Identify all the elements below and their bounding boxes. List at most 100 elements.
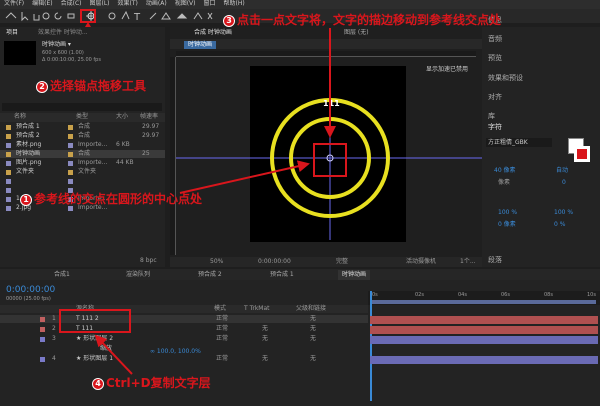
layer-duration-bar[interactable] [370,336,598,344]
font-select[interactable]: 方正粗倩_GBK [486,138,552,147]
layer-mode[interactable]: 正常 [216,336,228,342]
timeline-layer-list: 1T 111 2 正常无 2 T 111 正常无无 3 ★ 形状图层 2 正常无无缩放 4 ★ 形… [0,315,368,365]
layer-row[interactable]: 1T 111 2 正常无 [0,315,368,323]
comp-bottom-bar: 50% 0:00:00:00 完整 活动摄像机 1个... [170,257,482,267]
layer-row[interactable]: 3 ★ 形状图层 2 正常 无 无 [0,335,368,343]
baseline-shift[interactable]: 0 像素 [498,222,516,228]
tab-layer[interactable]: 图层 (无) [340,28,373,38]
timeline-tab[interactable]: 渲染队列 [122,270,154,280]
comp-timecode[interactable]: 0:00:00:00 [258,259,291,265]
timeline-panel: 合成1 渲染队列 预合成 2 预合成 1 时钟动画 0:00:00:00 00000 (… [0,269,600,406]
camera-select[interactable]: 活动摄像机 [406,259,436,265]
layer-mode[interactable]: 正常 [216,316,228,322]
project-item[interactable]: 图片.png Importe... 44 KB [0,159,165,167]
timeline-timecode[interactable]: 0:00:00:00 [6,286,55,295]
canvas-text-label[interactable]: 111 [323,100,340,108]
timeline-tab[interactable]: 预合成 2 [194,270,226,280]
project-item[interactable]: 预合成 2 合成 29.97 [0,132,165,140]
project-item[interactable]: 文件夹 文件夹 [0,168,165,176]
menu-help[interactable]: 帮助(H) [224,0,245,7]
layer-name[interactable]: ★ 形状图层 1 [76,356,113,362]
tab-project[interactable]: 项目 [2,28,22,38]
project-item-size: 6 KB [116,141,130,148]
menu-file[interactable]: 文件(F) [4,0,24,7]
right-panel-item[interactable]: 对齐 [488,94,502,101]
scale-property-value[interactable]: ∞ 100.0, 100.0% [150,349,201,355]
project-item[interactable]: 素材.png Importe... 6 KB [0,141,165,149]
col-size[interactable]: 大小 [116,114,128,120]
scale-horizontal[interactable]: 100 % [554,210,573,216]
layer-parent[interactable]: 无 [310,336,316,342]
views-select[interactable]: 1个... [460,259,476,265]
project-item[interactable]: 预合成 1 合成 29.97 [0,123,165,131]
right-panel-item[interactable]: 音频 [488,36,502,43]
menu-effect[interactable]: 效果(T) [118,0,138,7]
timeline-tab[interactable]: 合成1 [50,270,74,280]
layer-parent[interactable]: 无 [310,356,316,362]
leading-value[interactable]: 自动 [556,168,568,174]
tab-composition[interactable]: 合成 时钟动画 [190,28,236,38]
annotation-4: 4 Ctrl+D复制文字层 [92,377,211,390]
work-area-bar[interactable] [370,300,596,304]
right-panel-item[interactable]: 预览 [488,55,502,62]
timeline-tab[interactable]: 时钟动画 [338,270,371,280]
zoom-level[interactable]: 50% [210,259,223,265]
project-item[interactable]: 时钟动画 合成 25 [0,150,165,158]
menu-view[interactable]: 视图(V) [175,0,196,7]
right-panel-item[interactable]: 效果和预设 [488,75,523,82]
layer-name-highlight [59,309,131,333]
tab-effect-controls[interactable]: 效果控件 时钟动... [34,28,92,38]
comp-name[interactable]: 时钟动画 ▾ [42,42,71,48]
quality-select[interactable]: 完整 [336,259,348,265]
label-color-icon [6,170,11,175]
col-parent[interactable]: 父级和链接 [296,306,326,312]
layer-color-icon [40,357,45,362]
layer-parent[interactable]: 无 [310,326,316,332]
layer-duration-bar[interactable] [370,316,598,324]
project-item-name: 图片.png [16,159,42,166]
menu-layer[interactable]: 图层(L) [90,0,110,7]
layer-row[interactable]: 2T 111 正常无无 [0,325,368,333]
project-item-type: 合成 [78,123,91,130]
layer-mode[interactable]: 正常 [216,326,228,332]
col-type[interactable]: 类型 [76,114,88,120]
col-trkmat[interactable]: T TrkMat [244,306,270,312]
layer-parent[interactable]: 无 [310,316,316,322]
layer-name[interactable]: 缩放 [100,346,112,352]
layer-row[interactable]: 4 ★ 形状图层 1 正常 无 无 [0,355,368,363]
anchor-tool-highlight[interactable] [80,9,96,23]
menu-window[interactable]: 窗口 [203,0,215,7]
layer-mode[interactable]: 正常 [216,356,228,362]
col-fps[interactable]: 帧速率 [140,114,158,120]
tsume-value[interactable]: 0 % [554,222,565,228]
layer-trkmat[interactable]: 无 [262,336,268,342]
time-ruler[interactable]: 0s 02s 04s 06s 08s 10s [368,291,600,305]
comp-subtab[interactable]: 时钟动画 [184,41,217,49]
stroke-color-swatch[interactable] [574,146,590,162]
layer-duration-bar[interactable] [370,356,598,364]
fill-stroke-swatch[interactable] [564,138,594,164]
project-item-name: 素材.png [16,141,42,148]
menu-animation[interactable]: 动画(A) [146,0,167,7]
scale-vertical[interactable]: 100 % [498,210,517,216]
annotation-3-text: 点击一点文字将，文字的描边移动到参考线交点处 [237,13,502,27]
col-name[interactable]: 名称 [14,114,26,120]
project-item[interactable] [0,177,165,185]
menu-composition[interactable]: 合成(C) [61,0,82,7]
timeline-tab[interactable]: 预合成 1 [266,270,298,280]
layer-trkmat[interactable]: 无 [262,326,268,332]
font-size-value[interactable]: 40 像素 [494,168,516,174]
menu-edit[interactable]: 编辑(E) [32,0,52,7]
hand-tool-icon [33,14,40,21]
camera-tool-icon [67,13,75,19]
right-panel-item[interactable]: 库 [488,113,495,120]
layer-trkmat[interactable]: 无 [262,356,268,362]
right-panel-item[interactable]: 字符 [488,124,502,131]
tracking-value[interactable]: 0 [562,180,566,186]
project-search-bar[interactable] [2,103,162,111]
col-mode[interactable]: 模式 [214,306,226,312]
layer-duration-bar[interactable] [370,326,598,334]
bpc-label[interactable]: 8 bpc [140,258,157,264]
layer-name[interactable]: ★ 形状图层 2 [76,336,113,342]
right-panel-item[interactable]: 段落 [488,257,502,264]
